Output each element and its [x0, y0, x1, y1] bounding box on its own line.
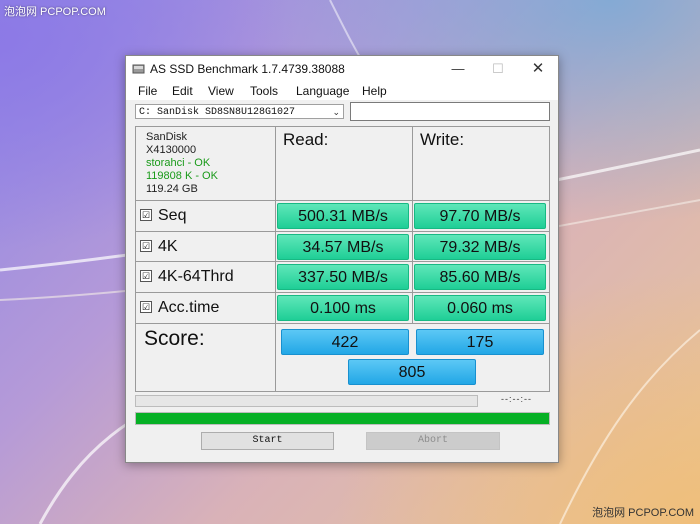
watermark-bottom-right: 泡泡网 PCPOP.COM	[592, 507, 694, 519]
row-divider	[136, 231, 549, 232]
checkbox-4k-64thrd[interactable]: ☑	[140, 270, 152, 282]
chevron-down-icon[interactable]: ⌄	[332, 105, 340, 120]
acc-time-read-value: 0.100 ms	[277, 295, 409, 321]
title-bar[interactable]: AS SSD Benchmark 1.7.4739.38088 — ☐ ✕	[126, 56, 558, 82]
main-progress-fill	[136, 413, 549, 424]
window-title: AS SSD Benchmark 1.7.4739.38088	[150, 62, 345, 76]
checkbox-seq[interactable]: ☑	[140, 209, 152, 221]
start-button[interactable]: Start	[201, 432, 334, 450]
menu-tools[interactable]: Tools	[250, 84, 278, 98]
column-divider	[412, 127, 413, 323]
abort-button[interactable]: Abort	[366, 432, 500, 450]
row-acc-time[interactable]: ☑ Acc.time	[140, 293, 219, 323]
4k-64thrd-write-value: 85.60 MB/s	[414, 264, 546, 290]
minimize-button[interactable]: —	[438, 56, 478, 82]
4k-read-value: 34.57 MB/s	[277, 234, 409, 260]
score-label: Score:	[144, 327, 205, 350]
score-read: 422	[281, 329, 409, 355]
4k-write-value: 79.32 MB/s	[414, 234, 546, 260]
write-header: Write:	[420, 130, 465, 149]
close-button[interactable]: ✕	[518, 56, 558, 82]
row-4k-64thrd[interactable]: ☑ 4K-64Thrd	[140, 262, 234, 292]
row-seq-label: Seq	[158, 207, 187, 224]
row-4k[interactable]: ☑ 4K	[140, 232, 178, 262]
menu-file[interactable]: File	[138, 84, 157, 98]
menu-language[interactable]: Language	[296, 84, 349, 98]
watermark-top-left: 泡泡网 PCPOP.COM	[4, 6, 106, 18]
row-divider	[136, 323, 549, 324]
device-driver: storahci - OK	[146, 157, 211, 169]
checkbox-4k[interactable]: ☑	[140, 240, 152, 252]
secondary-progress-bar	[135, 395, 478, 407]
drive-select-value: C: SanDisk SD8SN8U128G1027	[139, 107, 296, 118]
column-divider	[275, 127, 276, 391]
4k-64thrd-read-value: 337.50 MB/s	[277, 264, 409, 290]
row-4k-label: 4K	[158, 238, 178, 255]
menu-bar: File Edit View Tools Language Help	[126, 82, 558, 100]
row-4k-64thrd-label: 4K-64Thrd	[158, 268, 234, 285]
results-panel: SanDisk X4130000 storahci - OK 119808 K …	[135, 126, 550, 392]
score-total: 805	[348, 359, 476, 385]
row-divider	[136, 200, 549, 201]
elapsed-time: --:--:--	[501, 394, 532, 404]
menu-edit[interactable]: Edit	[172, 84, 193, 98]
score-write: 175	[416, 329, 544, 355]
device-name: SanDisk	[146, 131, 187, 143]
seq-write-value: 97.70 MB/s	[414, 203, 546, 229]
row-seq[interactable]: ☑ Seq	[140, 201, 186, 231]
device-firmware: X4130000	[146, 144, 197, 156]
menu-help[interactable]: Help	[362, 84, 387, 98]
device-alignment: 119808 K - OK	[146, 170, 218, 182]
as-ssd-window: AS SSD Benchmark 1.7.4739.38088 — ☐ ✕ Fi…	[125, 55, 559, 463]
device-info: SanDisk X4130000 storahci - OK 119808 K …	[146, 131, 218, 196]
checkbox-acc-time[interactable]: ☑	[140, 301, 152, 313]
seq-read-value: 500.31 MB/s	[277, 203, 409, 229]
maximize-button[interactable]: ☐	[478, 56, 518, 82]
drive-icon	[132, 64, 145, 74]
acc-time-write-value: 0.060 ms	[414, 295, 546, 321]
aux-input-field[interactable]	[350, 102, 550, 121]
read-header: Read:	[283, 130, 329, 149]
menu-view[interactable]: View	[208, 84, 234, 98]
device-size: 119.24 GB	[146, 183, 198, 195]
row-acc-time-label: Acc.time	[158, 299, 220, 316]
main-progress-bar	[135, 412, 550, 425]
drive-select[interactable]: C: SanDisk SD8SN8U128G1027 ⌄	[135, 104, 344, 119]
